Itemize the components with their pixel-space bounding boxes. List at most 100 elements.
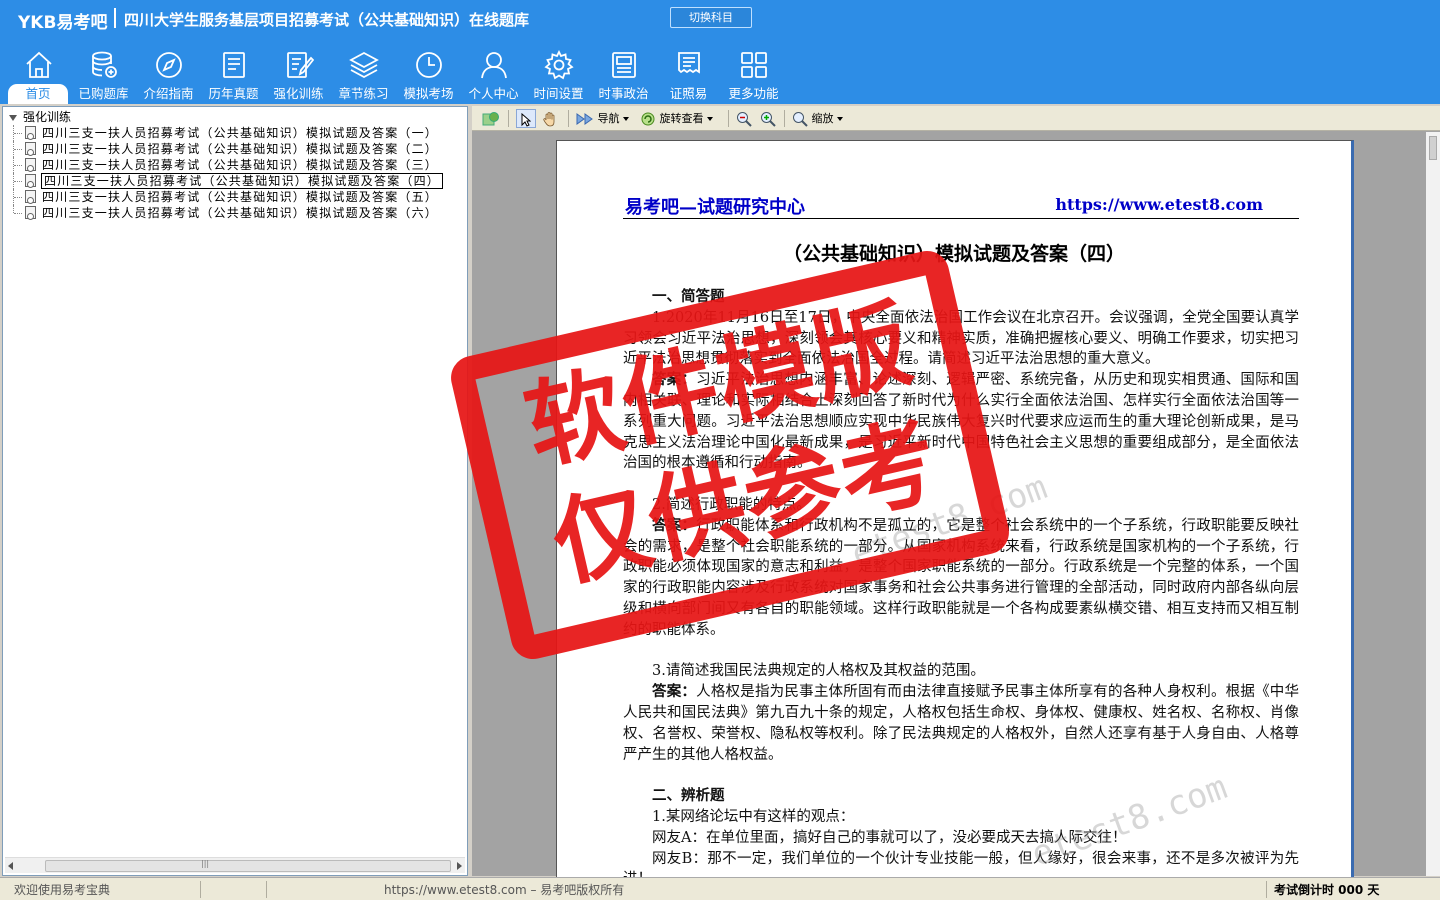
cursor-arrow-icon [521,113,531,127]
nav-home[interactable]: 首页 [6,44,71,104]
app-header: YKB易考吧 四川大学生服务基层项目招募考试（公共基础知识）在线题库 切换科目 … [0,0,1440,104]
nav-label: 介绍指南 [143,86,194,101]
edit-document-icon [287,52,314,78]
zoom-in-button[interactable] [760,109,776,128]
nav-label: 章节练习 [338,86,389,101]
nav-mock-exam[interactable]: 模拟考场 [396,44,461,104]
document-header: 易考吧—试题研究中心 https://www.etest8.com [623,193,1299,219]
nav-past-papers[interactable]: 历年真题 [201,44,266,104]
answer-label: 答案： [652,683,697,701]
chevron-down-icon [836,117,843,121]
document-viewer: 导航 旋转查看 缩放 易考吧—试题研究中心 https://www.etest8… [472,106,1440,880]
answer-text: 人格权是指为民事主体所固有而由法律直接赋予民事主体所享有的各种人身权利。根据《中… [623,684,1300,763]
exam-tree-panel: 强化训练 四川三支一扶人员招募考试（公共基础知识）模拟试题及答案（一） 四川三支… [2,106,468,876]
zoom-in-icon [761,112,776,127]
horizontal-scrollbar[interactable]: ||| [5,857,465,873]
rotate-label: 旋转查看 [659,112,704,125]
expand-arrow-icon[interactable] [9,114,17,121]
nav-training[interactable]: 强化训练 [266,44,331,104]
compass-icon [156,52,182,78]
nav-label: 模拟考场 [403,86,454,101]
status-welcome: 欢迎使用易考宝典 [14,883,111,897]
certificate-icon [678,52,700,74]
nav-chapter-practice[interactable]: 章节练习 [331,44,396,104]
exam-document-icon [25,158,36,172]
tree-item-label: 四川三支一扶人员招募考试（公共基础知识）模拟试题及答案（三） [42,158,439,172]
document-brand: 易考吧—试题研究中心 [625,197,805,218]
zoom-out-icon [737,112,752,127]
answer-paragraph: 答案：人格权是指为民事主体所固有而由法律直接赋予民事主体所享有的各种人身权利。根… [623,682,1299,765]
hand-tool-button[interactable] [542,109,558,128]
user-icon [481,52,507,79]
tree-item[interactable]: 四川三支一扶人员招募考试（公共基础知识）模拟试题及答案（二） [7,141,467,157]
tree-item-selected[interactable]: 四川三支一扶人员招募考试（公共基础知识）模拟试题及答案（四） [7,173,467,189]
exam-document-icon [25,190,36,204]
select-tool-button[interactable] [516,109,536,128]
nav-label: 已购题库 [78,86,129,101]
nav-label: 时事政治 [598,86,649,101]
nav-purchased[interactable]: 已购题库 [71,44,136,104]
chevron-down-icon [622,117,629,121]
document-url: https://www.etest8.com [1055,195,1263,214]
nav-label: 历年真题 [208,86,259,101]
exam-document-icon [25,206,36,220]
chevron-down-icon [706,117,713,121]
tree-item[interactable]: 四川三支一扶人员招募考试（公共基础知识）模拟试题及答案（一） [7,125,467,141]
document-list-icon [223,52,245,78]
refresh-icon [482,112,499,126]
refresh-view-button[interactable] [482,109,500,128]
tree-item[interactable]: 四川三支一扶人员招募考试（公共基础知识）模拟试题及答案（三） [7,157,467,173]
navigation-menu-button[interactable]: 导航 [576,109,629,128]
navigation-icon [576,113,593,125]
exam-document-icon [25,142,36,156]
nav-more[interactable]: 更多功能 [721,44,786,104]
scroll-right-icon[interactable] [457,862,462,870]
tree-item-label: 四川三支一扶人员招募考试（公共基础知识）模拟试题及答案（五） [42,190,439,204]
exam-document-icon [25,126,36,140]
nav-personal-center[interactable]: 个人中心 [461,44,526,104]
question-text: 2.简述行政职能的特点。 [652,496,811,513]
scrollbar-thumb[interactable] [45,860,451,872]
rotate-icon [641,112,655,126]
exam-tree: 强化训练 四川三支一扶人员招募考试（公共基础知识）模拟试题及答案（一） 四川三支… [7,109,467,221]
section-heading: 一、简答题 [652,288,725,305]
status-copyright: https://www.etest8.com – 易考吧版权所有 [384,883,625,897]
clock-icon [416,52,442,78]
rotate-view-button[interactable]: 旋转查看 [640,109,713,128]
tree-root-node[interactable]: 强化训练 [7,109,467,125]
layers-icon [349,51,379,79]
tree-item[interactable]: 四川三支一扶人员招募考试（公共基础知识）模拟试题及答案（六） [7,205,467,221]
nav-label: 强化训练 [273,86,324,101]
nav-label: 时间设置 [533,86,584,101]
app-title: 四川大学生服务基层项目招募考试（公共基础知识）在线题库 [124,11,530,29]
tree-item-label: 四川三支一扶人员招募考试（公共基础知识）模拟试题及答案（四） [40,173,444,189]
home-icon [26,51,52,78]
scroll-left-icon[interactable] [8,862,13,870]
question-text: 1.2020年11月16日至17日，中央全面依法治国工作会议在北京召开。会议强调… [623,309,1299,368]
nav-certificate[interactable]: 证照易 [656,44,721,104]
nav-time-settings[interactable]: 时间设置 [526,44,591,104]
question-text: 1.某网络论坛中有这样的观点： [652,808,855,825]
document-body: 一、简答题 1.2020年11月16日至17日，中央全面依法治国工作会议在北京召… [623,287,1299,879]
navigation-label: 导航 [597,112,620,125]
database-icon [92,51,117,78]
nav-label: 首页 [8,84,68,104]
zoom-label: 缩放 [811,112,834,125]
answer-paragraph: 答案：行政职能体系和行政机构不是孤立的，它是整个社会系统中的一个子系统，行政职能… [623,516,1299,641]
tree-item[interactable]: 四川三支一扶人员招募考试（公共基础知识）模拟试题及答案（五） [7,189,467,205]
zoom-menu-button[interactable]: 缩放 [792,109,843,128]
exam-countdown: 考试倒计时 000 天 [1274,883,1380,897]
zoom-out-button[interactable] [736,109,752,128]
switch-subject-button[interactable]: 切换科目 [670,7,752,28]
nav-guide[interactable]: 介绍指南 [136,44,201,104]
answer-text: 习近平法治思想内涵丰富、论述深刻、逻辑严密、系统完备，从历史和现实相贯通、国际和… [623,372,1300,472]
magnifier-icon [793,112,808,127]
app-brand-logo: YKB易考吧 [18,13,108,33]
question-text: 3.请简述我国民法典规定的人格权及其权益的范围。 [652,663,985,680]
vertical-scrollbar[interactable] [1426,132,1440,876]
nav-current-affairs[interactable]: 时事政治 [591,44,656,104]
answer-paragraph: 答案：习近平法治思想内涵丰富、论述深刻、逻辑严密、系统完备，从历史和现实相贯通、… [623,370,1299,474]
gear-icon [544,50,574,80]
scrollbar-thumb[interactable] [1429,136,1437,160]
hand-icon [543,112,555,127]
